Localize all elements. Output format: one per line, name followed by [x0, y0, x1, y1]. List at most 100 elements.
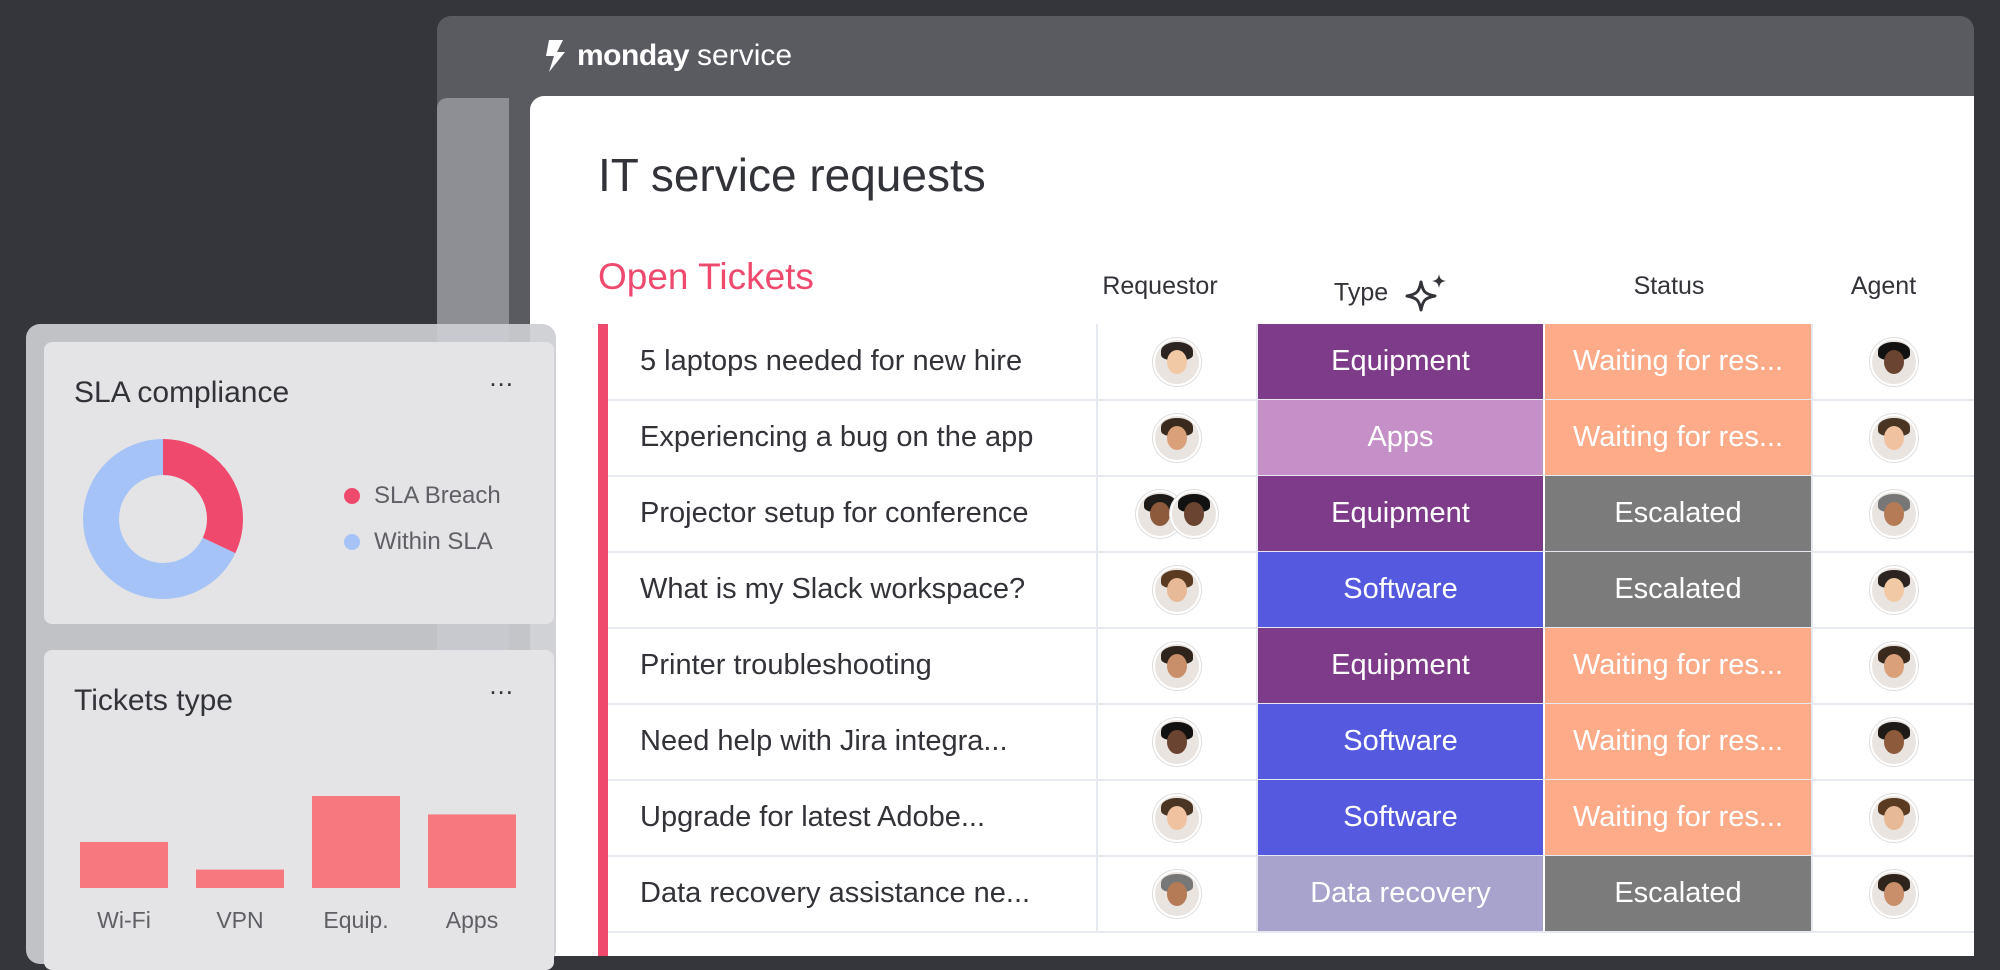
status-label[interactable]: Waiting for res... — [1545, 400, 1813, 475]
type-label[interactable]: Software — [1258, 552, 1545, 627]
tickets-type-menu[interactable]: ... — [489, 670, 514, 701]
status-label[interactable]: Waiting for res... — [1545, 324, 1813, 399]
avatar-face — [1167, 729, 1187, 754]
agent-cell[interactable] — [1813, 400, 1974, 475]
requestor-cell[interactable] — [1098, 704, 1258, 779]
agent-cell[interactable] — [1813, 324, 1974, 399]
avatar — [1153, 565, 1201, 614]
ticket-name[interactable]: Need help with Jira integra... — [608, 704, 1098, 779]
avatar — [1869, 793, 1918, 842]
legend-sla-breach: SLA Breach — [344, 482, 501, 510]
column-header-type[interactable]: Type — [1248, 272, 1535, 316]
requestor-cell[interactable] — [1098, 628, 1258, 703]
type-label[interactable]: Equipment — [1258, 476, 1545, 551]
column-header-type-label: Type — [1333, 278, 1389, 307]
type-label[interactable]: Data recovery — [1258, 856, 1545, 931]
sla-compliance-widget[interactable]: SLA compliance ... SLA Breach Within SLA — [44, 342, 554, 624]
avatar — [1170, 489, 1218, 538]
table-row[interactable]: Data recovery assistance ne... Data recov… — [608, 856, 1974, 933]
status-label[interactable]: Escalated — [1545, 476, 1813, 551]
type-label[interactable]: Apps — [1258, 400, 1545, 475]
avatar-face — [1167, 577, 1187, 602]
ai-sparkle-icon[interactable] — [1405, 272, 1449, 316]
column-header-requestor[interactable]: Requestor — [1080, 272, 1240, 301]
requestor-cell[interactable] — [1098, 400, 1258, 475]
table-row[interactable]: Projector setup for conference Equipment E… — [608, 476, 1974, 553]
bar-vpn[interactable] — [196, 869, 284, 888]
status-label[interactable]: Waiting for res... — [1545, 780, 1813, 855]
table-row[interactable]: Experiencing a bug on the app Apps Waiting… — [608, 400, 1974, 477]
avatar-face — [1167, 805, 1187, 830]
bar-label: Equip. — [323, 907, 388, 933]
agent-cell[interactable] — [1813, 856, 1974, 931]
avatar — [1869, 337, 1918, 386]
avatar-face — [1883, 425, 1904, 450]
status-label[interactable]: Escalated — [1545, 856, 1813, 931]
ticket-name[interactable]: Projector setup for conference — [608, 476, 1098, 551]
group-title[interactable]: Open Tickets — [598, 256, 814, 298]
avatar-face — [1883, 653, 1904, 678]
ticket-name[interactable]: Data recovery assistance ne... — [608, 856, 1098, 931]
agent-cell[interactable] — [1813, 552, 1974, 627]
board-title: IT service requests — [598, 149, 986, 201]
avatar — [1869, 565, 1918, 614]
table-row[interactable]: Printer troubleshooting Equipment Waiting … — [608, 628, 1974, 705]
bar-wifi[interactable] — [80, 842, 168, 888]
agent-cell[interactable] — [1813, 704, 1974, 779]
table-row[interactable]: Need help with Jira integra... Software Wa… — [608, 704, 1974, 781]
requestor-cell[interactable] — [1098, 552, 1258, 627]
ticket-name[interactable]: What is my Slack workspace? — [608, 552, 1098, 627]
board-panel: IT service requests Open Tickets Request… — [530, 96, 1974, 956]
avatar — [1153, 337, 1201, 386]
bar-apps[interactable] — [428, 814, 516, 888]
status-label[interactable]: Waiting for res... — [1545, 628, 1813, 703]
avatar — [1869, 489, 1918, 538]
tickets-type-widget[interactable]: Tickets type ... Wi-Fi VPN Equip. Apps — [44, 650, 554, 970]
type-label[interactable]: Equipment — [1258, 324, 1545, 399]
table-row[interactable]: Upgrade for latest Adobe... Software Waiti… — [608, 780, 1974, 857]
requestor-cell[interactable] — [1098, 476, 1258, 551]
avatar-face — [1883, 577, 1904, 602]
status-label[interactable]: Escalated — [1545, 552, 1813, 627]
table-row[interactable]: 5 laptops needed for new hire Equipment Wa… — [608, 324, 1974, 401]
bar-equip[interactable] — [312, 796, 400, 888]
avatar — [1869, 641, 1918, 690]
ticket-name[interactable]: Experiencing a bug on the app — [608, 400, 1098, 475]
avatar — [1869, 869, 1918, 918]
ticket-name[interactable]: Upgrade for latest Adobe... — [608, 780, 1098, 855]
legend-label-within: Within SLA — [374, 528, 493, 555]
avatar-face — [1184, 501, 1204, 526]
avatar — [1153, 641, 1201, 690]
requestor-cell[interactable] — [1098, 324, 1258, 399]
type-label[interactable]: Software — [1258, 780, 1545, 855]
legend-dot-within — [344, 534, 360, 550]
agent-cell[interactable] — [1813, 780, 1974, 855]
avatar — [1153, 869, 1201, 918]
bar-label: VPN — [216, 907, 263, 933]
status-label[interactable]: Waiting for res... — [1545, 704, 1813, 779]
avatar — [1153, 793, 1201, 842]
sla-widget-menu[interactable]: ... — [489, 362, 514, 393]
ticket-name[interactable]: 5 laptops needed for new hire — [608, 324, 1098, 399]
brand-logo[interactable]: monday service — [545, 38, 792, 74]
legend-dot-breach — [344, 488, 360, 504]
product-name: service — [697, 39, 793, 72]
avatar-face — [1150, 501, 1170, 526]
type-label[interactable]: Software — [1258, 704, 1545, 779]
agent-cell[interactable] — [1813, 476, 1974, 551]
type-label[interactable]: Equipment — [1258, 628, 1545, 703]
table-row[interactable]: What is my Slack workspace? Software Escal… — [608, 552, 1974, 629]
bar-label: Apps — [446, 907, 498, 933]
column-header-status[interactable]: Status — [1535, 272, 1803, 301]
top-bar: monday service — [437, 16, 1974, 96]
agent-cell[interactable] — [1813, 628, 1974, 703]
column-header-agent[interactable]: Agent — [1803, 272, 1964, 301]
brand-name: monday — [577, 39, 690, 72]
avatar-face — [1883, 349, 1904, 374]
ticket-name[interactable]: Printer troubleshooting — [608, 628, 1098, 703]
avatar-face — [1167, 881, 1187, 906]
requestor-cell[interactable] — [1098, 780, 1258, 855]
requestor-cell[interactable] — [1098, 856, 1258, 931]
tickets-type-bar-chart: Wi-Fi VPN Equip. Apps — [80, 796, 516, 933]
avatar-face — [1883, 805, 1904, 830]
